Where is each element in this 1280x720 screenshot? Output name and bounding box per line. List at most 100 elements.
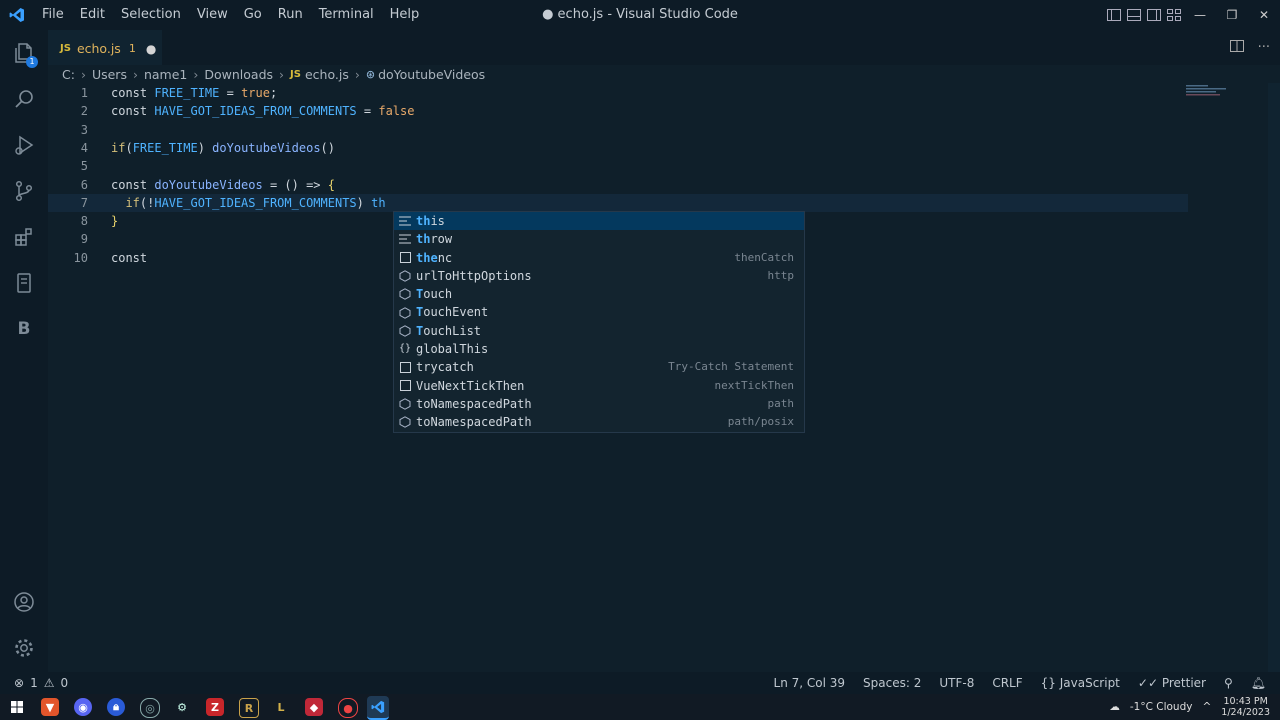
code-line[interactable]: 5 [48, 157, 1188, 175]
suggestion-item[interactable]: toNamespacedPath path [394, 395, 804, 413]
code-line[interactable]: 2 const HAVE_GOT_IDEAS_FROM_COMMENTS = fa… [48, 102, 1188, 120]
cursor-position[interactable]: Ln 7, Col 39 [774, 676, 846, 690]
breadcrumb-users[interactable]: Users [92, 67, 127, 82]
code-line[interactable]: 4 if(FREE_TIME) doYoutubeVideos() [48, 139, 1188, 157]
suggestion-item[interactable]: trycatch Try-Catch Statement [394, 358, 804, 376]
breadcrumb-downloads[interactable]: Downloads [204, 67, 273, 82]
suggestion-label: VueNextTickThen [416, 378, 525, 393]
suggestion-item[interactable]: urlToHttpOptions http [394, 267, 804, 285]
suggestion-label: TouchEvent [416, 305, 489, 320]
suggestion-item[interactable]: throw [394, 230, 804, 248]
suggestion-item[interactable]: Touch [394, 285, 804, 303]
toggle-secondary-sidebar-icon[interactable] [1144, 0, 1164, 30]
menu-selection[interactable]: Selection [113, 0, 189, 30]
vscode-logo-icon [0, 0, 34, 30]
weather-cloud-icon[interactable]: ☁ [1109, 701, 1120, 713]
prettier-status[interactable]: ✓✓ Prettier [1138, 676, 1206, 690]
tab-echo-js[interactable]: JS echo.js 1 ● [48, 30, 162, 66]
suggestion-item[interactable]: thenc thenCatch [394, 249, 804, 267]
b-extension-icon[interactable]: B [0, 306, 48, 352]
notifications-bell-icon[interactable]: 🔔︎ [1251, 676, 1266, 690]
keyword-icon [398, 214, 412, 228]
menu-edit[interactable]: Edit [72, 0, 113, 30]
red-app-icon[interactable]: ◆ [305, 698, 323, 716]
menu-go[interactable]: Go [236, 0, 270, 30]
menu-help[interactable]: Help [382, 0, 428, 30]
suggestion-item[interactable]: TouchEvent [394, 303, 804, 321]
vscode-taskbar-icon[interactable] [367, 696, 389, 720]
code-line[interactable]: 3 [48, 121, 1188, 139]
weather-label[interactable]: -1°C Cloudy [1130, 701, 1193, 713]
split-editor-icon[interactable] [1229, 39, 1244, 56]
code-token: ) [356, 195, 372, 210]
code-token: ; [269, 86, 278, 100]
suggestion-item[interactable]: this [394, 212, 804, 231]
menu-file[interactable]: File [34, 0, 72, 30]
toggle-panel-icon[interactable] [1124, 0, 1144, 30]
source-control-icon[interactable] [0, 168, 48, 214]
minimize-icon[interactable]: — [1184, 0, 1216, 30]
suggestion-item[interactable]: {} globalThis [394, 340, 804, 358]
obs-icon[interactable]: ◎ [140, 698, 160, 718]
league-icon[interactable]: L [272, 698, 290, 716]
indentation[interactable]: Spaces: 2 [863, 676, 921, 690]
run-debug-icon[interactable] [0, 122, 48, 168]
code-token: FREE_TIME [132, 140, 198, 155]
notebook-icon[interactable] [0, 260, 48, 306]
suggestion-item[interactable]: TouchList [394, 322, 804, 340]
suggestion-match: th [416, 232, 431, 247]
error-count[interactable]: 1 [30, 676, 38, 690]
code-text: const HAVE_GOT_IDEAS_FROM_COMMENTS = fal… [111, 102, 414, 120]
editor-scrollbar[interactable] [1268, 83, 1280, 672]
code-line[interactable]: 1 const FREE_TIME = true; [48, 84, 1188, 102]
extensions-icon[interactable] [0, 214, 48, 260]
account-icon[interactable] [0, 579, 48, 625]
code-line[interactable]: 7 if(!HAVE_GOT_IDEAS_FROM_COMMENTS) th [48, 193, 1188, 212]
close-icon[interactable]: ✕ [1248, 0, 1280, 30]
tray-overflow-icon[interactable]: ^ [1202, 701, 1211, 713]
more-actions-icon[interactable]: ··· [1258, 40, 1270, 55]
settings-gear-icon[interactable] [0, 625, 48, 671]
end-of-line[interactable]: CRLF [992, 676, 1022, 690]
lock-app-icon[interactable]: 🔒︎ [107, 698, 125, 716]
steam-icon[interactable]: ⚙ [173, 698, 191, 716]
menu-run[interactable]: Run [270, 0, 311, 30]
clock[interactable]: 10:43 PM 1/24/2023 [1221, 696, 1270, 718]
suggestion-item[interactable]: VueNextTickThen nextTickThen [394, 377, 804, 395]
menu-view[interactable]: View [189, 0, 236, 30]
riot-app-icon[interactable]: R [239, 698, 259, 718]
restore-icon[interactable]: ❐ [1216, 0, 1248, 30]
customize-layout-icon[interactable] [1164, 0, 1184, 30]
breadcrumb-symbol[interactable]: doYoutubeVideos [378, 67, 485, 82]
feedback-icon[interactable]: ⚲ [1224, 676, 1233, 690]
language-mode[interactable]: {} JavaScript [1041, 676, 1120, 690]
menu-terminal[interactable]: Terminal [311, 0, 382, 30]
breadcrumb-drive[interactable]: C: [62, 67, 75, 82]
double-check-icon: ✓✓ [1137, 676, 1162, 690]
toggle-primary-sidebar-icon[interactable] [1104, 0, 1124, 30]
code-token: HAVE_GOT_IDEAS_FROM_COMMENTS [154, 104, 357, 119]
discord-icon[interactable]: ◉ [74, 698, 92, 716]
windows-start-icon[interactable] [8, 698, 26, 716]
breadcrumb-file[interactable]: echo.js [305, 67, 349, 82]
title-bar: File Edit Selection View Go Run Terminal… [0, 0, 1280, 30]
warning-icon[interactable]: ⚠ [44, 676, 55, 690]
error-icon[interactable]: ⊗ [14, 676, 24, 690]
search-icon[interactable] [0, 76, 48, 122]
warning-count[interactable]: 0 [60, 676, 68, 690]
recorder-icon[interactable]: ● [338, 698, 358, 718]
code-token: const [111, 250, 148, 265]
suggestion-detail: nextTickThen [714, 378, 794, 392]
variable-icon [398, 269, 412, 283]
explorer-icon[interactable]: 1 [0, 30, 48, 76]
unsaved-dot-icon[interactable]: ● [146, 42, 156, 56]
code-line[interactable]: 6 const doYoutubeVideos = () => { [48, 176, 1188, 194]
filezilla-icon[interactable]: Z [206, 698, 224, 716]
breadcrumb-name1[interactable]: name1 [144, 67, 187, 82]
suggestion-item[interactable]: toNamespacedPath path/posix [394, 413, 804, 431]
suggestion-label: trycatch [416, 360, 474, 375]
suggestion-match: the [416, 250, 438, 265]
brave-browser-icon[interactable]: ▼ [41, 698, 59, 716]
minimap[interactable] [1186, 85, 1234, 97]
encoding[interactable]: UTF-8 [939, 676, 974, 690]
